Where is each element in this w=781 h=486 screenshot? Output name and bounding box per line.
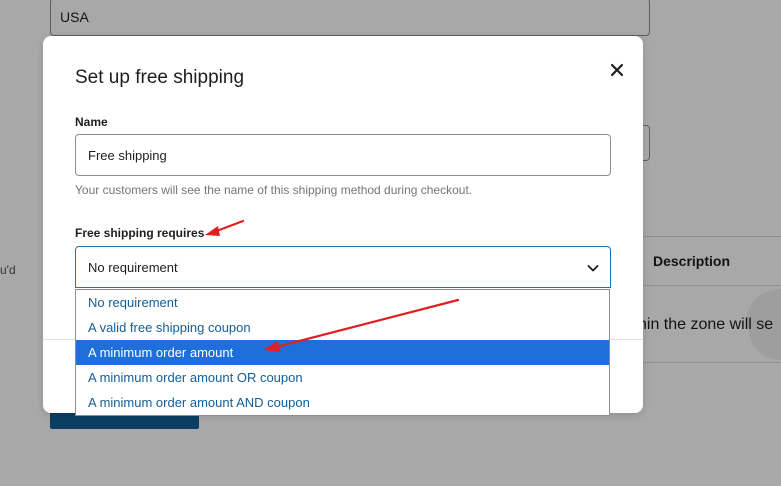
chevron-down-icon [587, 265, 599, 272]
option-minimum-order-and-coupon[interactable]: A minimum order amount AND coupon [76, 390, 609, 415]
option-minimum-order-or-coupon[interactable]: A minimum order amount OR coupon [76, 365, 609, 390]
name-label: Name [75, 115, 108, 129]
close-icon[interactable] [608, 61, 626, 79]
option-no-requirement[interactable]: No requirement [76, 290, 609, 315]
requires-options-list: No requirement A valid free shipping cou… [75, 289, 610, 416]
requires-select-value: No requirement [88, 260, 178, 275]
name-input[interactable] [75, 134, 611, 176]
modal-title: Set up free shipping [75, 67, 245, 88]
option-minimum-order-amount[interactable]: A minimum order amount [76, 340, 609, 365]
option-free-shipping-coupon[interactable]: A valid free shipping coupon [76, 315, 609, 340]
requires-select[interactable]: No requirement [75, 246, 611, 288]
requires-label: Free shipping requires [75, 226, 205, 240]
name-help-text: Your customers will see the name of this… [75, 183, 473, 197]
